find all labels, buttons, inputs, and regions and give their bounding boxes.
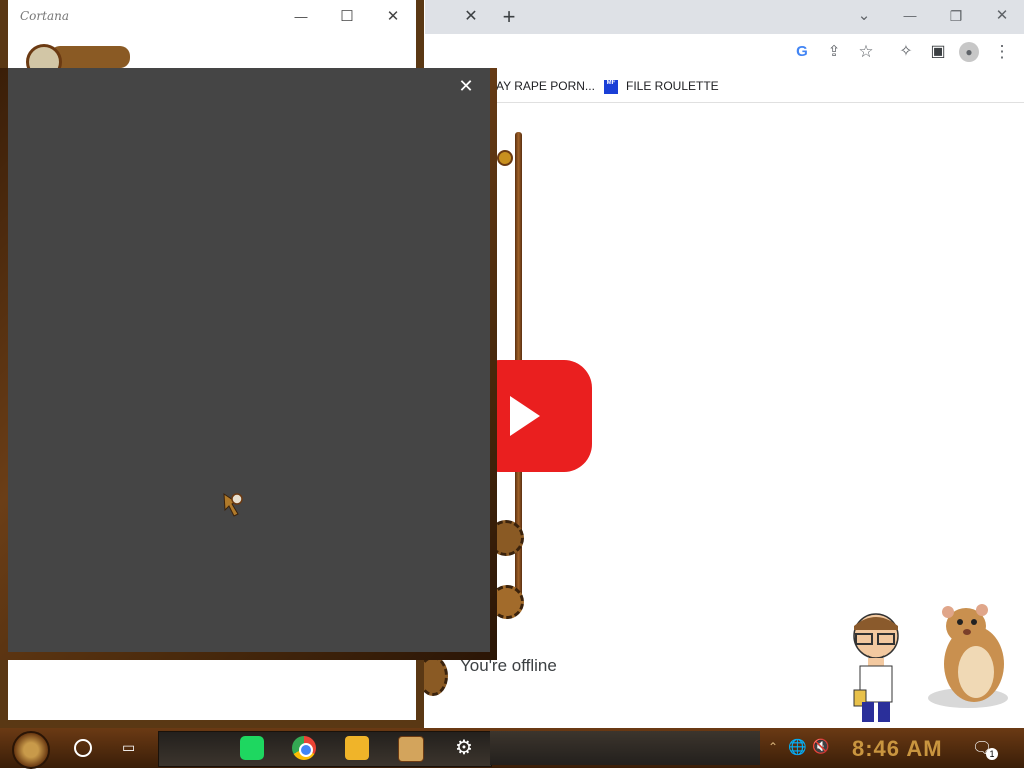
cartoon-character-image — [853, 613, 899, 722]
chrome-menu-icon[interactable]: ⋮ — [990, 40, 1014, 64]
cortana-maximize-button[interactable]: ☐ — [332, 4, 362, 30]
profile-avatar-icon[interactable]: ● — [959, 42, 979, 62]
restore-button[interactable]: ❐ — [942, 4, 970, 28]
extensions-icon[interactable]: ✧ — [894, 40, 918, 64]
popup-close-button[interactable]: ✕ — [456, 76, 476, 96]
photo-app-icon[interactable] — [398, 736, 424, 762]
share-icon[interactable]: ⇪ — [822, 40, 846, 64]
file-explorer-icon[interactable] — [345, 736, 369, 760]
task-view-button[interactable]: ▭ — [122, 740, 140, 754]
start-button[interactable] — [12, 731, 50, 769]
popup-window — [8, 68, 490, 652]
cortana-minimize-button[interactable]: — — [286, 4, 316, 30]
steampunk-knob — [497, 150, 513, 166]
cortana-title: Cortana — [20, 9, 70, 23]
steampunk-cursor-icon — [223, 493, 243, 517]
taskbar-panel — [490, 731, 760, 765]
notes-app-icon[interactable] — [240, 736, 264, 760]
youtube-play-icon — [510, 396, 540, 436]
close-window-button[interactable]: ✕ — [988, 4, 1016, 28]
bookmark-item[interactable]: AY RAPE PORN... — [496, 78, 595, 94]
google-lens-icon[interactable]: G — [790, 40, 814, 64]
bookmark-favicon-icon: MF — [604, 79, 618, 94]
notification-count-badge: 1 — [986, 748, 998, 760]
tab-search-button[interactable]: ⌄ — [850, 4, 878, 28]
hamster-image — [928, 604, 1008, 708]
new-tab-button[interactable]: + — [497, 5, 521, 29]
cortana-search-button[interactable] — [74, 739, 92, 757]
tray-overflow-chevron-icon[interactable]: ⌃ — [768, 740, 778, 754]
network-globe-icon[interactable]: 🌐 — [788, 738, 807, 756]
minimize-button[interactable]: — — [896, 4, 924, 28]
settings-gear-icon[interactable]: ⚙ — [452, 736, 476, 760]
side-panel-icon[interactable]: ▣ — [926, 40, 950, 64]
bookmark-label: AY RAPE PORN... — [496, 79, 595, 93]
chrome-app-icon[interactable] — [292, 736, 316, 760]
bookmark-star-icon[interactable]: ☆ — [854, 40, 878, 64]
steampunk-pipe — [50, 46, 130, 68]
volume-muted-icon[interactable]: 🔇 — [812, 738, 829, 755]
taskbar-apps-panel — [158, 731, 492, 767]
tab-close-button[interactable]: ✕ — [461, 7, 481, 27]
bookmark-item-file-roulette[interactable]: MF FILE ROULETTE — [604, 78, 719, 94]
bookmark-label: FILE ROULETTE — [626, 79, 719, 93]
taskbar-clock[interactable]: 8:46 AM — [852, 736, 943, 762]
cortana-close-button[interactable]: ✕ — [378, 4, 408, 30]
